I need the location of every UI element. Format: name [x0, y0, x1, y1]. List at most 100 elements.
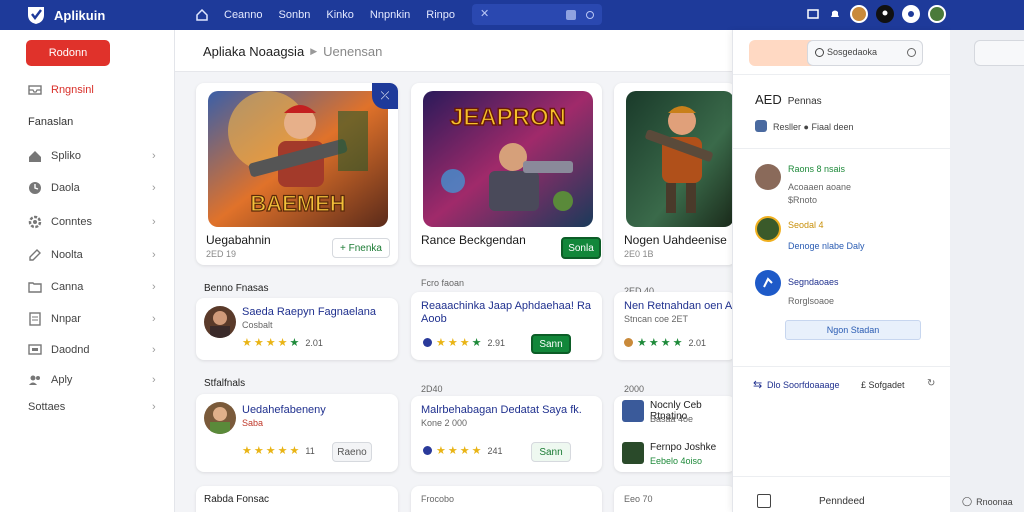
list-item[interactable]: Nocnly Ceb Rtnatino Basaa 4oe Fernpo Jos… — [614, 396, 736, 472]
game-card-3[interactable]: Nogen Uahdeenise 2E0 1B — [614, 83, 736, 265]
sidebar-item-4[interactable]: Conntes › — [0, 212, 175, 232]
settings-icon[interactable] — [902, 5, 920, 23]
inbox-icon — [28, 85, 42, 95]
chevron-right-icon: › — [152, 249, 156, 261]
section-label: Benno Fnasas — [204, 283, 269, 294]
sidebar-item-9[interactable]: Aply › — [0, 370, 175, 390]
clock-icon[interactable] — [586, 10, 594, 19]
side-panel: Sosgedaoka AED Pennas Resller ● Fiaal de… — [732, 30, 951, 512]
search-input[interactable] — [974, 40, 1024, 66]
sidebar-item-3[interactable]: Daola › — [0, 178, 175, 198]
sidebar-item-5[interactable]: Noolta › — [0, 245, 175, 265]
share-icon[interactable]: ⤫ — [372, 83, 398, 109]
cast-icon[interactable] — [806, 7, 820, 21]
list-item[interactable]: Reaaachinka Jaap Aphdaehaa! Ra Aoob ★ ★ ★ ★… — [411, 292, 602, 360]
account-icon[interactable] — [876, 5, 894, 23]
avatar — [755, 164, 781, 190]
item-title[interactable]: Malrbehabagan Dedatat Saya fk. — [421, 404, 582, 416]
add-button[interactable]: + Fnenka — [332, 238, 390, 258]
rating-value: 11 — [305, 445, 315, 456]
view-all-button[interactable]: Ngon Stadan — [785, 320, 921, 340]
sidebar-item-label: Spliko — [51, 150, 81, 162]
game-cover-image[interactable]: BAEMEH — [208, 91, 388, 227]
nav-item-4[interactable]: Nnpnkin — [370, 9, 410, 21]
list-item[interactable]: Uedahefabeneny Saba ★ ★ ★ ★ ★ 11 Raeno — [196, 394, 398, 472]
list-item[interactable]: Rabda Fonsac — [196, 486, 398, 512]
list-item[interactable]: Eeo 70 — [614, 486, 736, 512]
details-button[interactable]: Raeno — [332, 442, 372, 462]
game-cover-title: JEAPRON — [450, 104, 566, 131]
play-button[interactable]: Sann — [531, 442, 571, 462]
game-card-2[interactable]: JEAPRON Rance Beckgendan Sonla — [411, 83, 602, 265]
avatar — [204, 306, 236, 338]
item-title[interactable]: Saeda Raepyn Fagnaelana — [242, 306, 376, 318]
list-item[interactable]: Nen Retnahdan oen Al Stncan coe 2ET ★ ★ ★ ★… — [614, 292, 736, 360]
sidebar-item-6[interactable]: Canna › — [0, 277, 175, 297]
home-icon[interactable] — [196, 9, 208, 21]
clock-icon — [29, 182, 41, 194]
brand[interactable]: Aplikuin — [26, 5, 196, 25]
game-cover-image[interactable]: JEAPRON — [423, 91, 593, 227]
gear-icon — [28, 215, 42, 229]
filter-icon[interactable] — [566, 9, 576, 20]
nav-item-2[interactable]: Sonbn — [279, 9, 311, 21]
app-logo-icon — [28, 7, 44, 24]
page-header: Apliaka Noaagsia ▶ Uenensan — [175, 30, 735, 72]
chevron-right-icon: › — [152, 281, 156, 293]
user-name[interactable]: Raons 8 nsais — [788, 164, 845, 174]
list-item[interactable]: Saeda Raepyn Fagnaelana Cosbalt ★ ★ ★ ★ ★ 2.… — [196, 298, 398, 360]
list-item[interactable]: Malrbehabagan Dedatat Saya fk. Kone 2 00… — [411, 396, 602, 472]
game-title[interactable]: Rance Beckgendan — [421, 233, 526, 247]
panel-title-main: AED — [755, 92, 782, 107]
sidebar-item-label: Sottaes — [28, 401, 66, 413]
sidebar-item-7[interactable]: Nnpar › — [0, 309, 175, 329]
breadcrumb: Apliaka Noaagsia ▶ Uenensan — [203, 44, 382, 59]
far-footer[interactable]: ◯ Rnoonaa — [962, 496, 1013, 507]
item-title[interactable]: Fernpo Joshke — [650, 442, 716, 453]
rating-value: 2.01 — [688, 337, 707, 348]
game-title[interactable]: Uegabahnin — [206, 233, 271, 247]
top-search[interactable]: ✕ — [472, 4, 602, 25]
group-icon — [755, 120, 767, 132]
section-label: Stfalfnals — [204, 378, 246, 389]
chevron-right-icon: ▶ — [310, 46, 318, 56]
user-name[interactable]: Seodal 4 — [788, 220, 824, 230]
breadcrumb-sub[interactable]: Uenensan — [323, 44, 382, 59]
list-item[interactable]: Frocobo — [411, 486, 602, 512]
footer-link[interactable]: Dlo Soorfdoaaage — [767, 380, 840, 390]
item-title[interactable]: Nen Retnahdan oen Al — [624, 300, 735, 312]
toggle-icon[interactable] — [907, 48, 916, 57]
expand-icon[interactable] — [757, 494, 771, 508]
sidebar-item-label: Noolta — [51, 249, 83, 261]
sidebar-item-8[interactable]: Daodnd › — [0, 340, 175, 360]
item-title[interactable]: Uedahefabeneny — [242, 404, 326, 416]
rating-value: 241 — [487, 445, 503, 456]
sidebar-item-1[interactable]: Rngnsinl — [0, 80, 175, 100]
sidebar-item-10[interactable]: Sottaes › — [0, 397, 175, 417]
play-button[interactable]: Sann — [531, 334, 571, 354]
nav-item-3[interactable]: Kinko — [326, 9, 354, 21]
nav-item-1[interactable]: Ceanno — [224, 9, 263, 21]
panel-search[interactable]: Sosgedaoka — [749, 40, 923, 66]
users-icon — [29, 375, 40, 385]
play-button[interactable]: Sonla — [561, 237, 601, 259]
rating-value: 2.91 — [487, 337, 506, 348]
sidebar-item-2[interactable]: Spliko › — [0, 146, 175, 166]
game-card-1[interactable]: BAEMEH ⤫ Uegabahnin 2ED 19 + Fnenka — [196, 83, 398, 265]
sidebar-item-label: Aply — [51, 374, 73, 386]
nav-item-5[interactable]: Rinpo — [426, 9, 455, 21]
chevron-right-icon: › — [152, 344, 156, 356]
game-cover-image[interactable] — [626, 91, 734, 227]
item-title[interactable]: Reaaachinka Jaap Aphdaehaa! Ra Aoob — [421, 300, 596, 326]
close-icon[interactable]: ✕ — [480, 7, 489, 20]
avatar[interactable] — [850, 5, 868, 23]
item-sub: Basaa 4oe — [650, 414, 694, 424]
user-avatar[interactable] — [928, 5, 946, 23]
refresh-icon[interactable]: ↻ — [927, 378, 935, 389]
game-title[interactable]: Nogen Uahdeenise — [624, 233, 727, 247]
notification-icon[interactable] — [828, 7, 842, 21]
create-button[interactable]: Rodonn — [26, 40, 110, 66]
avatar — [755, 270, 781, 296]
user-name[interactable]: Segndaoaes — [788, 277, 839, 287]
rating: ★ ★ ★ ★ ★ 2.01 — [242, 337, 323, 349]
